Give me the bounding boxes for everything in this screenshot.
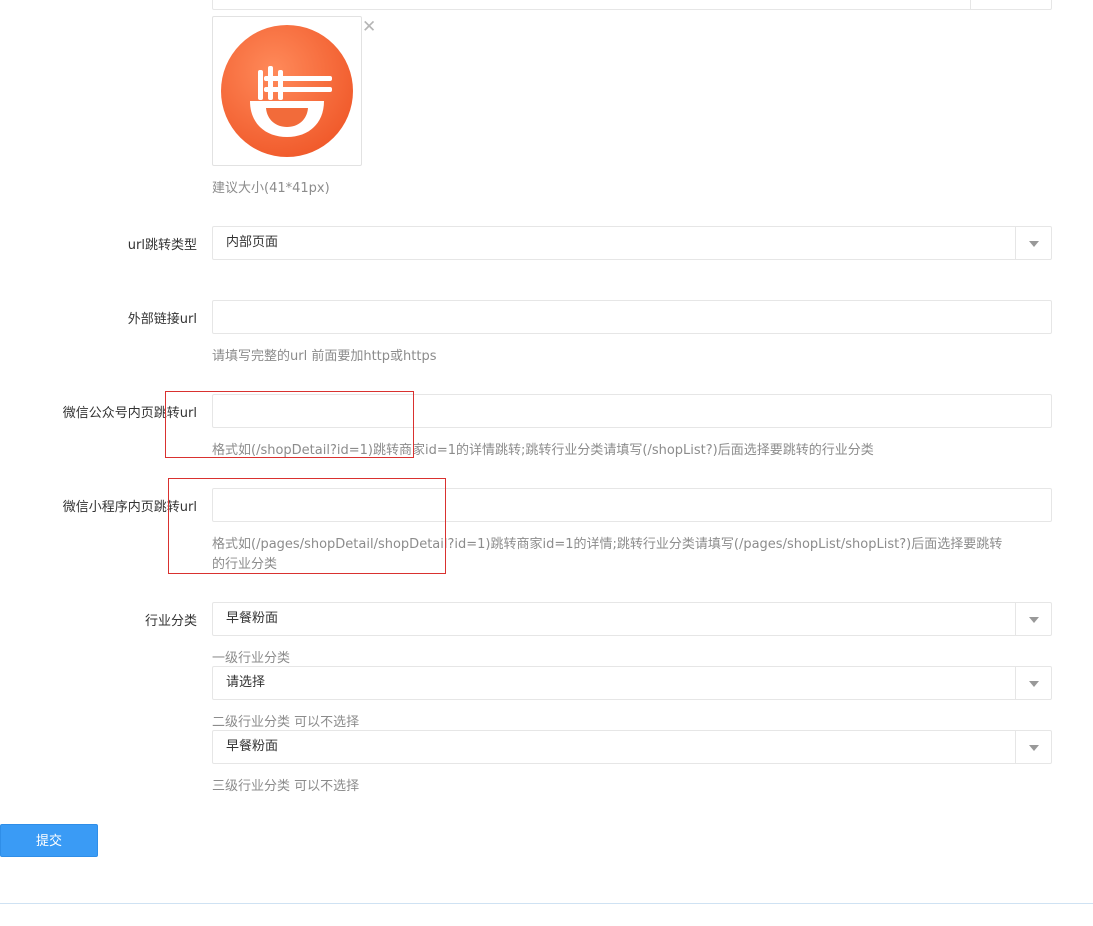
industry-level1-select[interactable]: 早餐粉面 — [212, 602, 1052, 636]
image-size-hint: 建议大小(41*41px) — [212, 181, 330, 196]
annotation-box-1 — [165, 391, 414, 458]
industry-label: 行业分类 — [144, 614, 197, 629]
url-type-select[interactable]: 内部页面 — [212, 226, 1052, 260]
url-type-label: url跳转类型 — [127, 238, 197, 253]
upload-path-input[interactable] — [212, 0, 1052, 10]
industry-level2-hint: 二级行业分类 可以不选择 — [212, 715, 360, 730]
industry-level2-select[interactable]: 请选择 — [212, 666, 1052, 700]
chevron-down-icon[interactable] — [1015, 731, 1051, 763]
industry-level1-hint: 一级行业分类 — [212, 651, 291, 666]
chevron-down-icon[interactable] — [1015, 667, 1051, 699]
industry-level3-hint: 三级行业分类 可以不选择 — [212, 779, 360, 794]
footer-divider — [0, 903, 1093, 904]
noodle-bowl-logo-icon — [221, 25, 353, 157]
url-type-value: 内部页面 — [226, 235, 279, 250]
industry-level1-value: 早餐粉面 — [226, 611, 279, 626]
industry-level2-value: 请选择 — [226, 675, 266, 690]
industry-level3-select[interactable]: 早餐粉面 — [212, 730, 1052, 764]
chevron-down-icon[interactable] — [1015, 227, 1051, 259]
image-thumbnail[interactable] — [212, 16, 362, 166]
external-url-hint: 请填写完整的url 前面要加http或https — [212, 349, 437, 364]
industry-level3-value: 早餐粉面 — [226, 739, 279, 754]
external-url-label: 外部链接url — [127, 312, 197, 327]
external-url-input[interactable] — [212, 300, 1052, 334]
chevron-down-icon[interactable] — [1015, 603, 1051, 635]
remove-image-icon[interactable]: ✕ — [362, 17, 376, 37]
annotation-box-2 — [168, 478, 446, 574]
submit-button[interactable]: 提交 — [0, 824, 98, 857]
input-divider — [970, 0, 971, 9]
